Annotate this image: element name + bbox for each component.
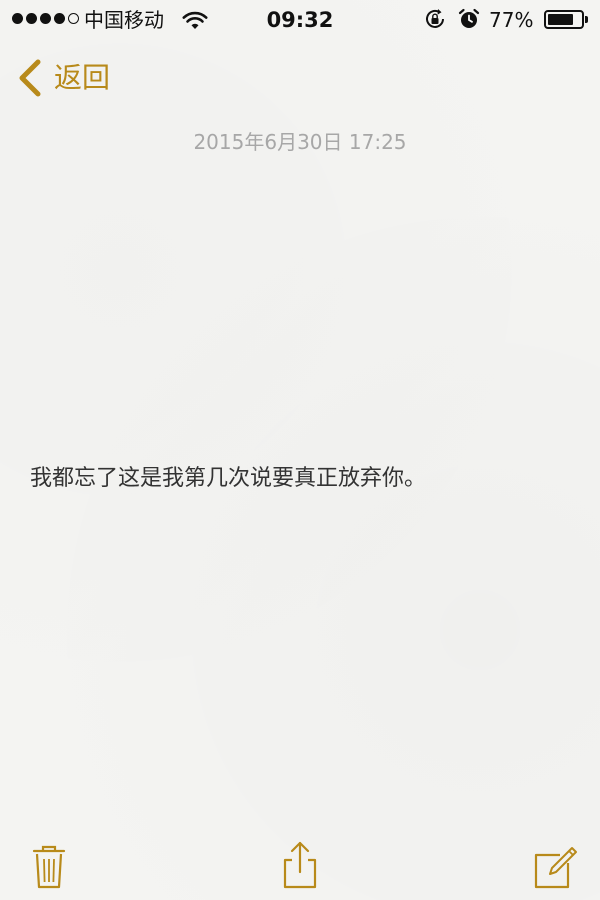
battery-level-fill [548,14,573,25]
compose-button[interactable] [530,840,580,890]
battery-percent: 77% [489,8,534,32]
alarm-icon [458,8,480,28]
share-icon [283,841,317,889]
share-button[interactable] [275,840,325,890]
back-button-label: 返回 [54,61,111,94]
battery-icon [544,10,588,29]
delete-button[interactable] [24,840,74,890]
trash-icon [32,845,66,889]
bottom-toolbar [0,828,600,900]
rotation-lock-icon [426,9,444,28]
notes-screen: 中国移动 09:32 77% 返回 2015年6月30日 17:25 我都忘了这… [0,0,600,900]
note-body-text[interactable]: 我都忘了这是我第几次说要真正放弃你。 [30,463,570,495]
compose-icon [534,847,577,889]
chevron-left-icon [19,59,41,97]
note-timestamp: 2015年6月30日 17:25 [193,130,407,154]
status-bar: 中国移动 09:32 77% [0,0,600,40]
back-button[interactable]: 返回 [16,56,110,100]
